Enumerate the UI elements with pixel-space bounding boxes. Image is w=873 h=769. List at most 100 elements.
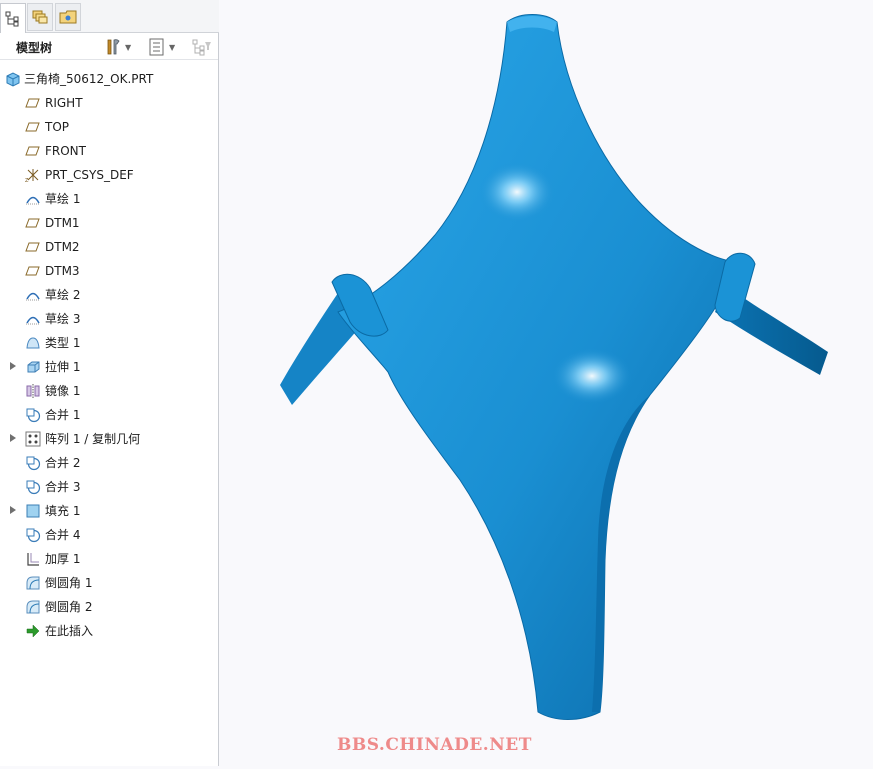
datum-plane-icon: [25, 95, 41, 111]
sketch-icon: [25, 191, 41, 207]
merge-icon: [25, 455, 41, 471]
pattern-icon: [25, 431, 41, 447]
part-icon: [5, 71, 21, 87]
tree-node[interactable]: DTM1: [0, 211, 218, 235]
datum-plane-icon: [25, 143, 41, 159]
tools-icon: [107, 39, 120, 55]
tree-node[interactable]: FRONT: [0, 139, 218, 163]
tab-folder-browser[interactable]: [55, 3, 81, 31]
round-icon: [25, 599, 41, 615]
thicken-icon: [25, 551, 41, 567]
expand-arrow-icon[interactable]: [10, 506, 16, 514]
tree-node[interactable]: 镜像 1: [0, 379, 218, 403]
model-tree-tab-icon: [5, 11, 19, 26]
tree-node[interactable]: 类型 1: [0, 331, 218, 355]
style-surface-icon: [25, 335, 41, 351]
extrude-icon: [25, 359, 41, 375]
tree-node[interactable]: DTM3: [0, 259, 218, 283]
specular-highlight-lower: [552, 348, 632, 404]
tree-node[interactable]: 草绘 2: [0, 283, 218, 307]
model-tree-title: 模型树: [16, 41, 53, 55]
settings-dropdown-button[interactable]: ▼: [104, 37, 131, 57]
tree-node-label: 加厚 1: [45, 552, 81, 566]
sketch-icon: [25, 311, 41, 327]
tree-node-label: 拉伸 1: [45, 360, 81, 374]
tree-node-label: DTM1: [45, 216, 80, 230]
tree-node-label: 合并 2: [45, 456, 81, 470]
tree-node-label: 合并 3: [45, 480, 81, 494]
tree-node[interactable]: 倒圆角 1: [0, 571, 218, 595]
tree-node[interactable]: 合并 4: [0, 523, 218, 547]
merge-icon: [25, 527, 41, 543]
filter-button[interactable]: [192, 37, 212, 57]
merge-icon: [25, 479, 41, 495]
tree-node-label: 草绘 3: [45, 312, 81, 326]
tree-node-label: 倒圆角 2: [45, 600, 93, 614]
tree-node[interactable]: 拉伸 1: [0, 355, 218, 379]
merge-icon: [25, 407, 41, 423]
folder-browser-tab-icon: [59, 10, 77, 24]
tree-node-label: FRONT: [45, 144, 86, 158]
datum-plane-icon: [25, 263, 41, 279]
fill-icon: [25, 503, 41, 519]
tree-node-label: DTM2: [45, 240, 80, 254]
tree-node-label: 草绘 1: [45, 192, 81, 206]
chair-body: [337, 14, 741, 720]
datum-plane-icon: [25, 119, 41, 135]
tree-node-label: DTM3: [45, 264, 80, 278]
tree-node-label: 填充 1: [45, 504, 81, 518]
tree-root-node[interactable]: 三角椅_50612_OK.PRT: [0, 67, 218, 91]
watermark-text: BBS.CHINADE.NET: [337, 735, 532, 755]
tree-node-label: TOP: [45, 120, 70, 134]
tree-node[interactable]: 合并 3: [0, 475, 218, 499]
svg-text:Z: Z: [25, 178, 29, 183]
tab-layers[interactable]: [27, 3, 53, 31]
chevron-down-icon: ▼: [125, 42, 132, 52]
tree-node-label: 合并 4: [45, 528, 81, 542]
tree-node[interactable]: 草绘 3: [0, 307, 218, 331]
expand-arrow-icon[interactable]: [10, 362, 16, 370]
tab-model-tree[interactable]: [0, 3, 26, 33]
tree-node-label: PRT_CSYS_DEF: [45, 168, 134, 182]
tree-node-label: 倒圆角 1: [45, 576, 93, 590]
tree-node[interactable]: DTM2: [0, 235, 218, 259]
layers-tab-icon: [32, 10, 48, 24]
chair-model[interactable]: [220, 0, 873, 766]
tree-node[interactable]: Z PRT_CSYS_DEF: [0, 163, 218, 187]
mirror-icon: [25, 383, 41, 399]
tree-node[interactable]: 合并 2: [0, 451, 218, 475]
tree-node-label: 阵列 1 / 复制几何: [45, 432, 141, 446]
tree-node[interactable]: 合并 1: [0, 403, 218, 427]
round-icon: [25, 575, 41, 591]
chevron-down-icon: ▼: [169, 42, 176, 52]
tree-node-label: 在此插入: [45, 624, 94, 638]
tree-node-label: 草绘 2: [45, 288, 81, 302]
expand-arrow-icon[interactable]: [10, 434, 16, 442]
tree-node[interactable]: 倒圆角 2: [0, 595, 218, 619]
list-document-icon: [149, 38, 164, 56]
tree-node[interactable]: TOP: [0, 115, 218, 139]
tree-node[interactable]: 阵列 1 / 复制几何: [0, 427, 218, 451]
model-tree-panel: 模型树 ▼ ▼ 三角椅_50612_OK.PRT RIGHT TOP FRONT…: [0, 0, 219, 766]
tree-node-label: 三角椅_50612_OK.PRT: [24, 72, 154, 86]
tree-node[interactable]: RIGHT: [0, 91, 218, 115]
graphics-viewport[interactable]: BBS.CHINADE.NET: [220, 0, 873, 766]
coordinate-system-icon: Z: [25, 167, 41, 184]
datum-plane-icon: [25, 215, 41, 231]
tree-node-label: 合并 1: [45, 408, 81, 422]
insert-here-arrow-icon: [25, 623, 41, 639]
tree-node[interactable]: 在此插入: [0, 619, 218, 643]
sketch-icon: [25, 287, 41, 303]
tree-node-label: RIGHT: [45, 96, 83, 110]
panel-tab-bar: [0, 0, 219, 33]
datum-plane-icon: [25, 239, 41, 255]
tree-node-label: 类型 1: [45, 336, 81, 350]
tree-node[interactable]: 加厚 1: [0, 547, 218, 571]
show-dropdown-button[interactable]: ▼: [148, 37, 175, 57]
tree-node-label: 镜像 1: [45, 384, 81, 398]
tree-node[interactable]: 草绘 1: [0, 187, 218, 211]
tree-node[interactable]: 填充 1: [0, 499, 218, 523]
specular-highlight-upper: [479, 162, 555, 222]
tree-filter-icon: [192, 39, 211, 56]
model-tree-header: 模型树 ▼ ▼: [0, 33, 218, 60]
